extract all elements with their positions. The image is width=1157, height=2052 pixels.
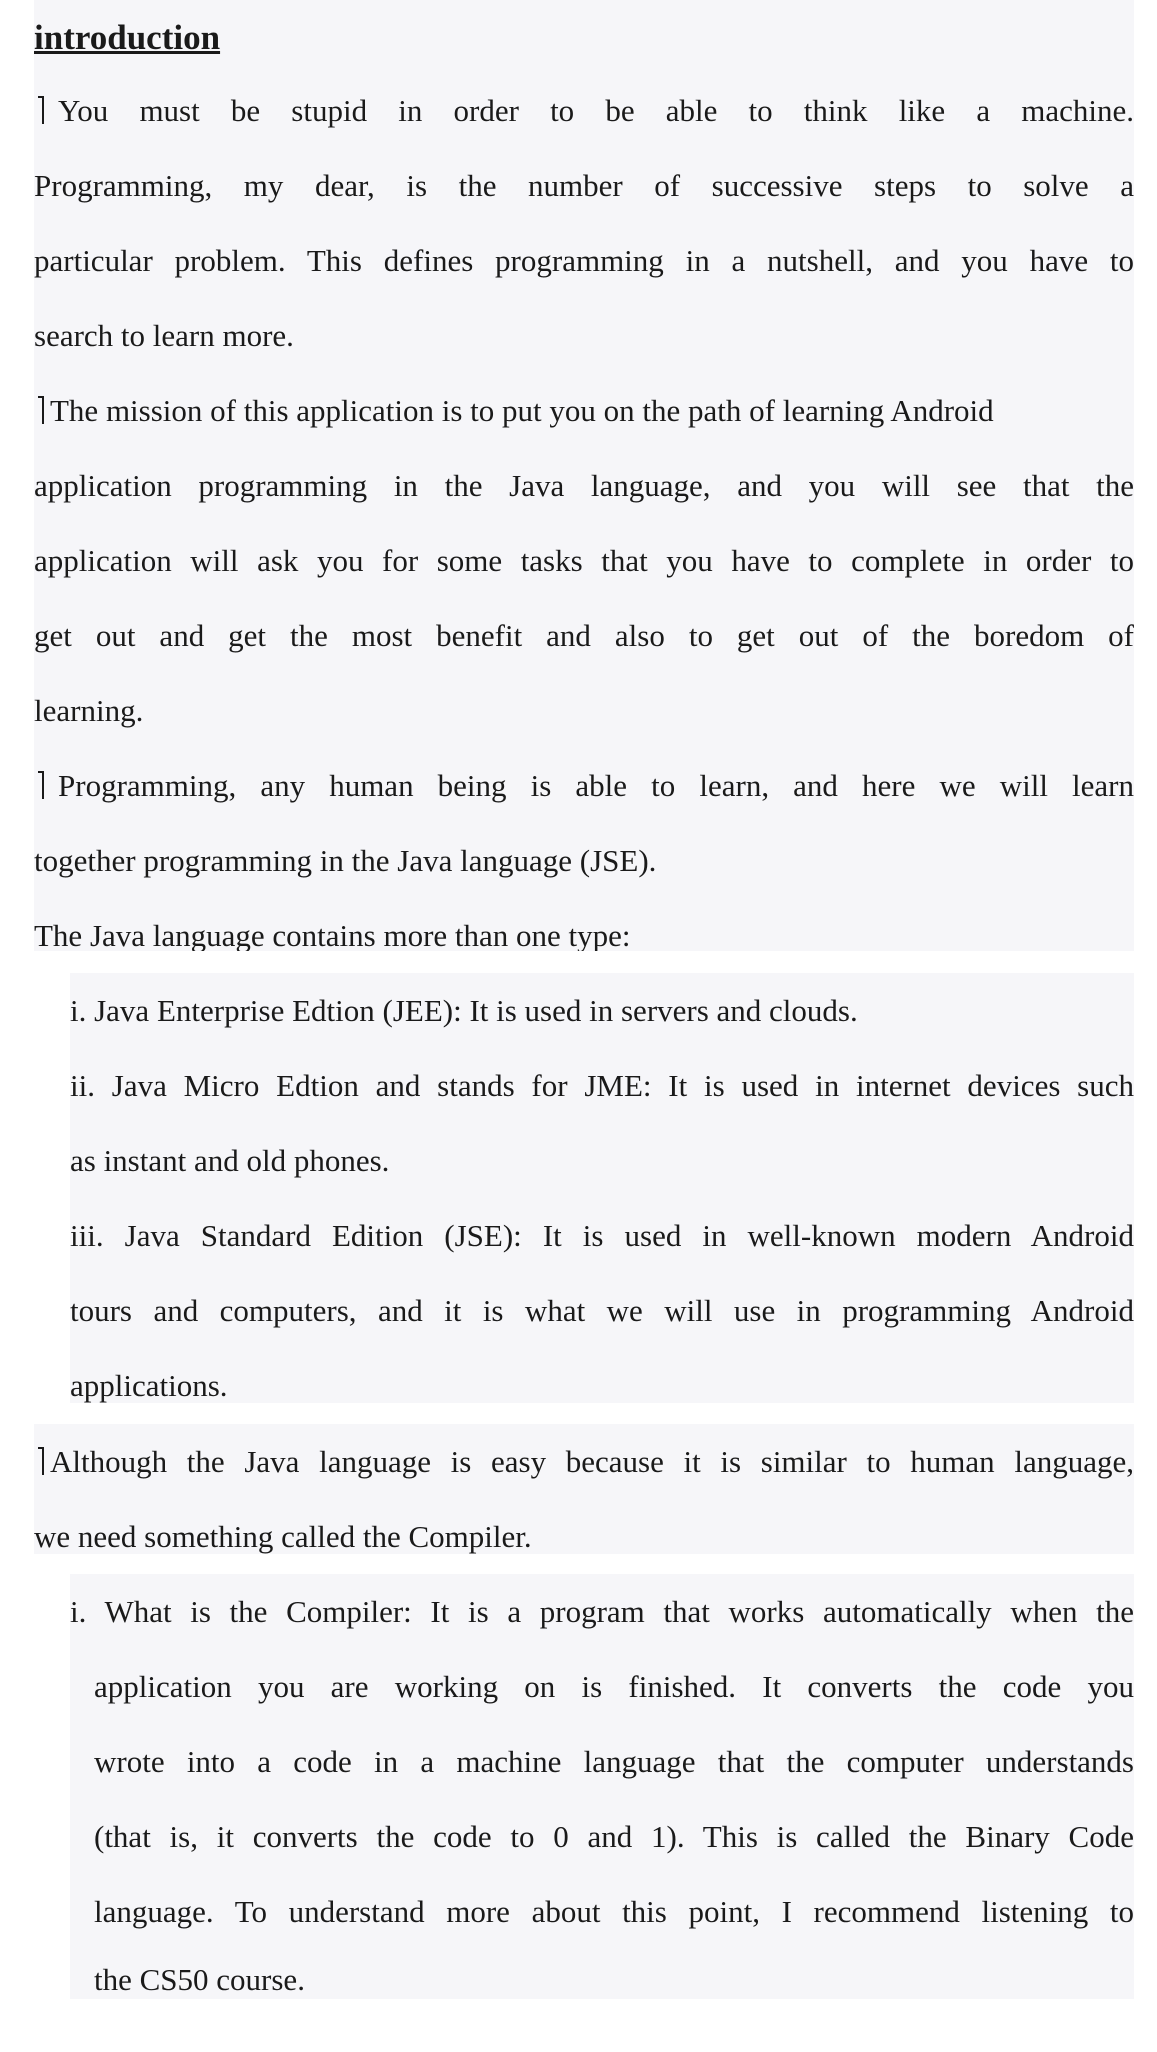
paragraph-1-line: particular problem. This defines program… [34,223,1134,298]
paragraph-2-line: get out and get the most benefit and als… [34,598,1134,673]
type-list-item: as instant and old phones. [70,1123,1134,1198]
compiler-list-item: the CS50 course. [70,1949,1134,1999]
section-heading: introduction [34,0,1134,75]
types-intro: The Java language contains more than one… [34,898,1134,951]
line-text: Although the Java language is easy becau… [50,1444,1134,1479]
paragraph-2-line: application programming in the Java lang… [34,448,1134,523]
line-text: You must be stupid in order to be able t… [58,93,1134,128]
compiler-list-item: wrote into a code in a machine language … [70,1724,1134,1799]
line-text: The mission of this application is to pu… [50,393,994,428]
paragraph-3-line: together programming in the Java languag… [34,823,1134,898]
paragraph-2-line: The mission of this application is to pu… [34,373,1134,448]
type-list-item: i. Java Enterprise Edtion (JEE): It is u… [70,973,1134,1048]
compiler-list-item: i. What is the Compiler: It is a program… [70,1574,1134,1649]
bracket-bullet-icon [38,771,44,799]
line-text: Programming, any human being is able to … [58,768,1134,803]
type-list-item: iii. Java Standard Edition (JSE): It is … [70,1198,1134,1273]
bracket-bullet-icon [38,1447,44,1475]
type-list-item: ii. Java Micro Edtion and stands for JME… [70,1048,1134,1123]
paragraph-2-line: learning. [34,673,1134,748]
paragraph-3-line: Programming, any human being is able to … [34,748,1134,823]
bracket-bullet-icon [38,396,44,424]
paragraph-2-line: application will ask you for some tasks … [34,523,1134,598]
paragraph-4-line: we need something called the Compiler. [34,1499,1134,1554]
paragraph-1-line: You must be stupid in order to be able t… [34,73,1134,148]
compiler-list-item: (that is, it converts the code to 0 and … [70,1799,1134,1874]
compiler-list-item: application you are working on is finish… [70,1649,1134,1724]
type-list-item: tours and computers, and it is what we w… [70,1273,1134,1348]
paragraph-4-line: Although the Java language is easy becau… [34,1424,1134,1499]
compiler-list-item: language. To understand more about this … [70,1874,1134,1949]
paragraph-1-line: Programming, my dear, is the number of s… [34,148,1134,223]
type-list-item: applications. [70,1348,1134,1403]
paragraph-1-line: search to learn more. [34,298,1134,373]
document-page: introduction You must be stupid in order… [0,0,1157,2052]
bracket-bullet-icon [38,96,44,124]
